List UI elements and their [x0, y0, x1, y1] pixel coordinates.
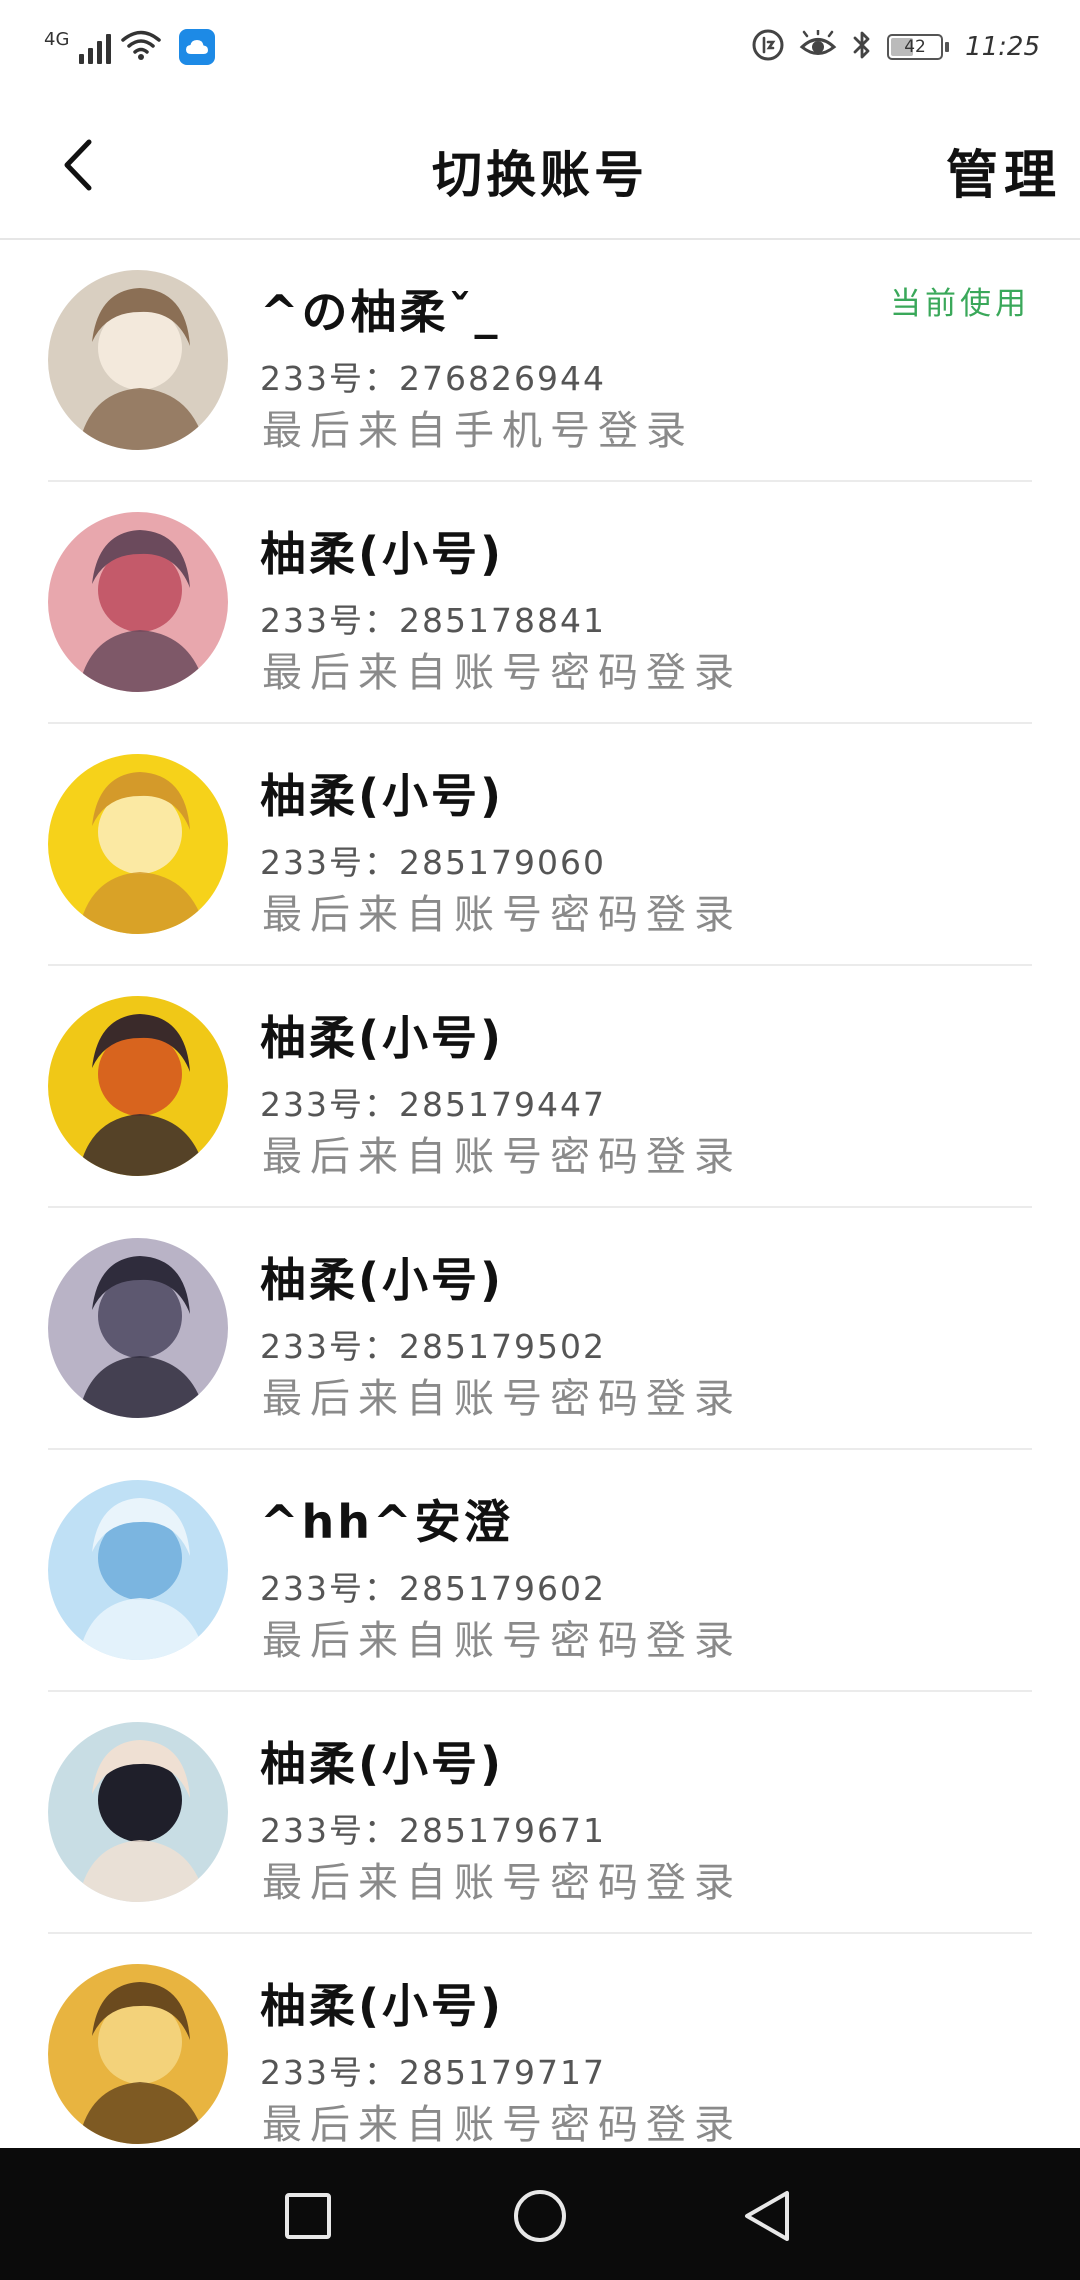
last-login-method: 最后来自账号密码登录 — [262, 1134, 742, 1180]
account-id: 233号：285178841 — [260, 601, 606, 640]
avatar — [48, 270, 228, 450]
battery-level: 42 — [904, 37, 926, 57]
avatar — [48, 1238, 228, 1418]
last-login-method: 最后来自账号密码登录 — [262, 2102, 742, 2148]
avatar — [48, 996, 228, 1176]
account-id: 233号：285179602 — [260, 1569, 606, 1608]
last-login-method: 最后来自账号密码登录 — [262, 1860, 742, 1906]
account-id: 233号：285179447 — [260, 1085, 606, 1124]
back-triangle-icon — [745, 2191, 789, 2241]
status-left: 4G — [44, 22, 216, 72]
account-row[interactable]: 柚柔(小号) 233号：285179060 最后来自账号密码登录 — [0, 724, 1080, 966]
status-bar: 4G 42 11:25 — [0, 0, 1080, 95]
account-row[interactable]: ^の柚柔ˇ_ 233号：276826944 最后来自手机号登录 当前使用 — [0, 240, 1080, 482]
system-nav-bar — [0, 2148, 1080, 2280]
avatar — [48, 1480, 228, 1660]
page-title: 切换账号 — [432, 146, 648, 204]
app-header: 切换账号 管理 — [0, 95, 1080, 240]
eye-comfort-icon — [799, 28, 837, 64]
weather-app-icon — [179, 29, 216, 65]
account-id: 233号：276826944 — [260, 359, 606, 398]
avatar — [48, 1722, 228, 1902]
account-row[interactable]: 柚柔(小号) 233号：285178841 最后来自账号密码登录 — [0, 482, 1080, 724]
account-name: 柚柔(小号) — [260, 769, 505, 823]
account-list: ^の柚柔ˇ_ 233号：276826944 最后来自手机号登录 当前使用 柚柔(… — [0, 240, 1080, 2176]
current-account-badge: 当前使用 — [890, 286, 1030, 322]
account-row[interactable]: 柚柔(小号) 233号：285179502 最后来自账号密码登录 — [0, 1208, 1080, 1450]
avatar — [48, 512, 228, 692]
account-name: ^hh^安澄 — [260, 1495, 513, 1549]
back-nav-button[interactable] — [736, 2184, 800, 2248]
account-id: 233号：285179502 — [260, 1327, 606, 1366]
bluetooth-icon — [851, 29, 873, 65]
account-name: 柚柔(小号) — [260, 1737, 505, 1791]
manage-button[interactable]: 管理 — [946, 133, 1062, 208]
signal-icon — [79, 30, 112, 64]
account-name: ^の柚柔ˇ_ — [260, 285, 501, 339]
avatar — [48, 754, 228, 934]
account-id: 233号：285179717 — [260, 2053, 606, 2092]
network-type: 4G — [44, 29, 70, 50]
home-icon — [514, 2190, 566, 2242]
account-name: 柚柔(小号) — [260, 527, 505, 581]
account-name: 柚柔(小号) — [260, 1979, 505, 2033]
account-row[interactable]: 柚柔(小号) 233号：285179717 最后来自账号密码登录 — [0, 1934, 1080, 2176]
recent-apps-icon — [285, 2193, 331, 2239]
account-row[interactable]: ^hh^安澄 233号：285179602 最后来自账号密码登录 — [0, 1450, 1080, 1692]
account-id: 233号：285179671 — [260, 1811, 606, 1850]
account-row[interactable]: 柚柔(小号) 233号：285179447 最后来自账号密码登录 — [0, 966, 1080, 1208]
last-login-method: 最后来自账号密码登录 — [262, 650, 742, 696]
avatar — [48, 1964, 228, 2144]
status-right: 42 11:25 — [751, 22, 1040, 72]
data-saver-icon — [751, 28, 785, 66]
last-login-method: 最后来自账号密码登录 — [262, 1618, 742, 1664]
recent-apps-button[interactable] — [276, 2184, 340, 2248]
account-id: 233号：285179060 — [260, 843, 606, 882]
clock: 11:25 — [965, 32, 1040, 62]
account-name: 柚柔(小号) — [260, 1011, 505, 1065]
wifi-icon — [121, 29, 162, 65]
switch-account-screen: 4G 42 11:25 切换账号 管理 ^の柚柔ˇ_ 233号：27682694… — [0, 0, 1080, 2280]
account-row[interactable]: 柚柔(小号) 233号：285179671 最后来自账号密码登录 — [0, 1692, 1080, 1934]
last-login-method: 最后来自账号密码登录 — [262, 892, 742, 938]
home-button[interactable] — [508, 2184, 572, 2248]
battery-icon: 42 — [887, 34, 950, 60]
account-name: 柚柔(小号) — [260, 1253, 505, 1307]
last-login-method: 最后来自手机号登录 — [262, 408, 694, 454]
last-login-method: 最后来自账号密码登录 — [262, 1376, 742, 1422]
